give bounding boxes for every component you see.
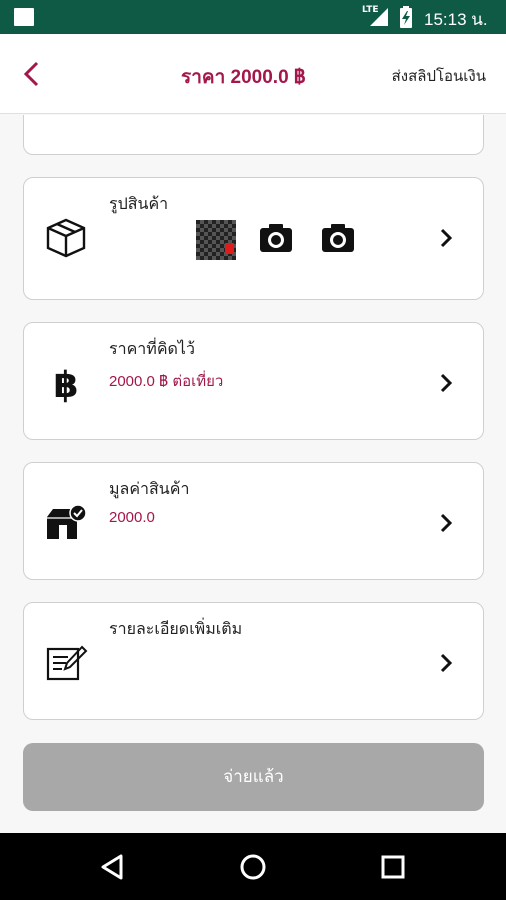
price-value: 2000.0 ฿ ต่อเที่ยว xyxy=(109,373,224,390)
signal-icon xyxy=(370,8,388,26)
store-verified-icon xyxy=(47,504,87,539)
baht-icon: ฿ xyxy=(53,365,78,405)
app-bar: ราคา 2000.0 ฿ ส่งสลิปโอนเงิน xyxy=(0,34,506,114)
thumbnail-marker xyxy=(225,243,234,254)
card-price[interactable]: ฿ ราคาที่คิดไว้ 2000.0 ฿ ต่อเที่ยว xyxy=(23,322,484,440)
page-title: ราคา 2000.0 ฿ xyxy=(181,67,306,88)
notification-icon xyxy=(14,8,34,26)
camera-icon[interactable] xyxy=(320,222,356,254)
paid-button[interactable]: จ่ายแล้ว xyxy=(23,743,484,811)
camera-icon[interactable] xyxy=(258,222,294,254)
card-title: รูปสินค้า xyxy=(109,196,169,213)
card-title: มูลค่าสินค้า xyxy=(109,481,190,498)
clock: 15:13 น. xyxy=(424,10,488,29)
back-arrow-icon[interactable] xyxy=(14,56,50,92)
card-title: ราคาที่คิดไว้ xyxy=(109,341,195,358)
chevron-right-icon xyxy=(440,513,453,533)
card-partial xyxy=(23,115,484,155)
navigation-bar xyxy=(0,833,506,900)
card-product-value[interactable]: มูลค่าสินค้า 2000.0 xyxy=(23,462,484,580)
send-slip-button[interactable]: ส่งสลิปโอนเงิน xyxy=(392,64,486,88)
recents-square-icon[interactable] xyxy=(377,851,409,883)
product-photo-thumbnail[interactable] xyxy=(196,220,236,260)
content-area: รูปสินค้า ฿ ราคาที่คิดไว้ 2000.0 ฿ ต่อเท… xyxy=(0,115,506,833)
svg-text:฿: ฿ xyxy=(53,365,78,405)
chevron-right-icon xyxy=(440,653,453,673)
battery-charging-icon xyxy=(400,6,412,28)
card-details[interactable]: รายละเอียดเพิ่มเติม xyxy=(23,602,484,720)
edit-note-icon xyxy=(46,645,88,681)
chevron-right-icon xyxy=(440,373,453,393)
card-product-image[interactable]: รูปสินค้า xyxy=(23,177,484,300)
paid-button-label: จ่ายแล้ว xyxy=(223,767,284,786)
home-circle-icon[interactable] xyxy=(237,851,269,883)
back-triangle-icon[interactable] xyxy=(97,851,129,883)
product-value: 2000.0 xyxy=(109,509,155,526)
status-bar: LTE 15:13 น. xyxy=(0,0,506,34)
card-title: รายละเอียดเพิ่มเติม xyxy=(109,621,243,638)
box-icon xyxy=(46,218,86,258)
chevron-right-icon xyxy=(440,228,453,248)
